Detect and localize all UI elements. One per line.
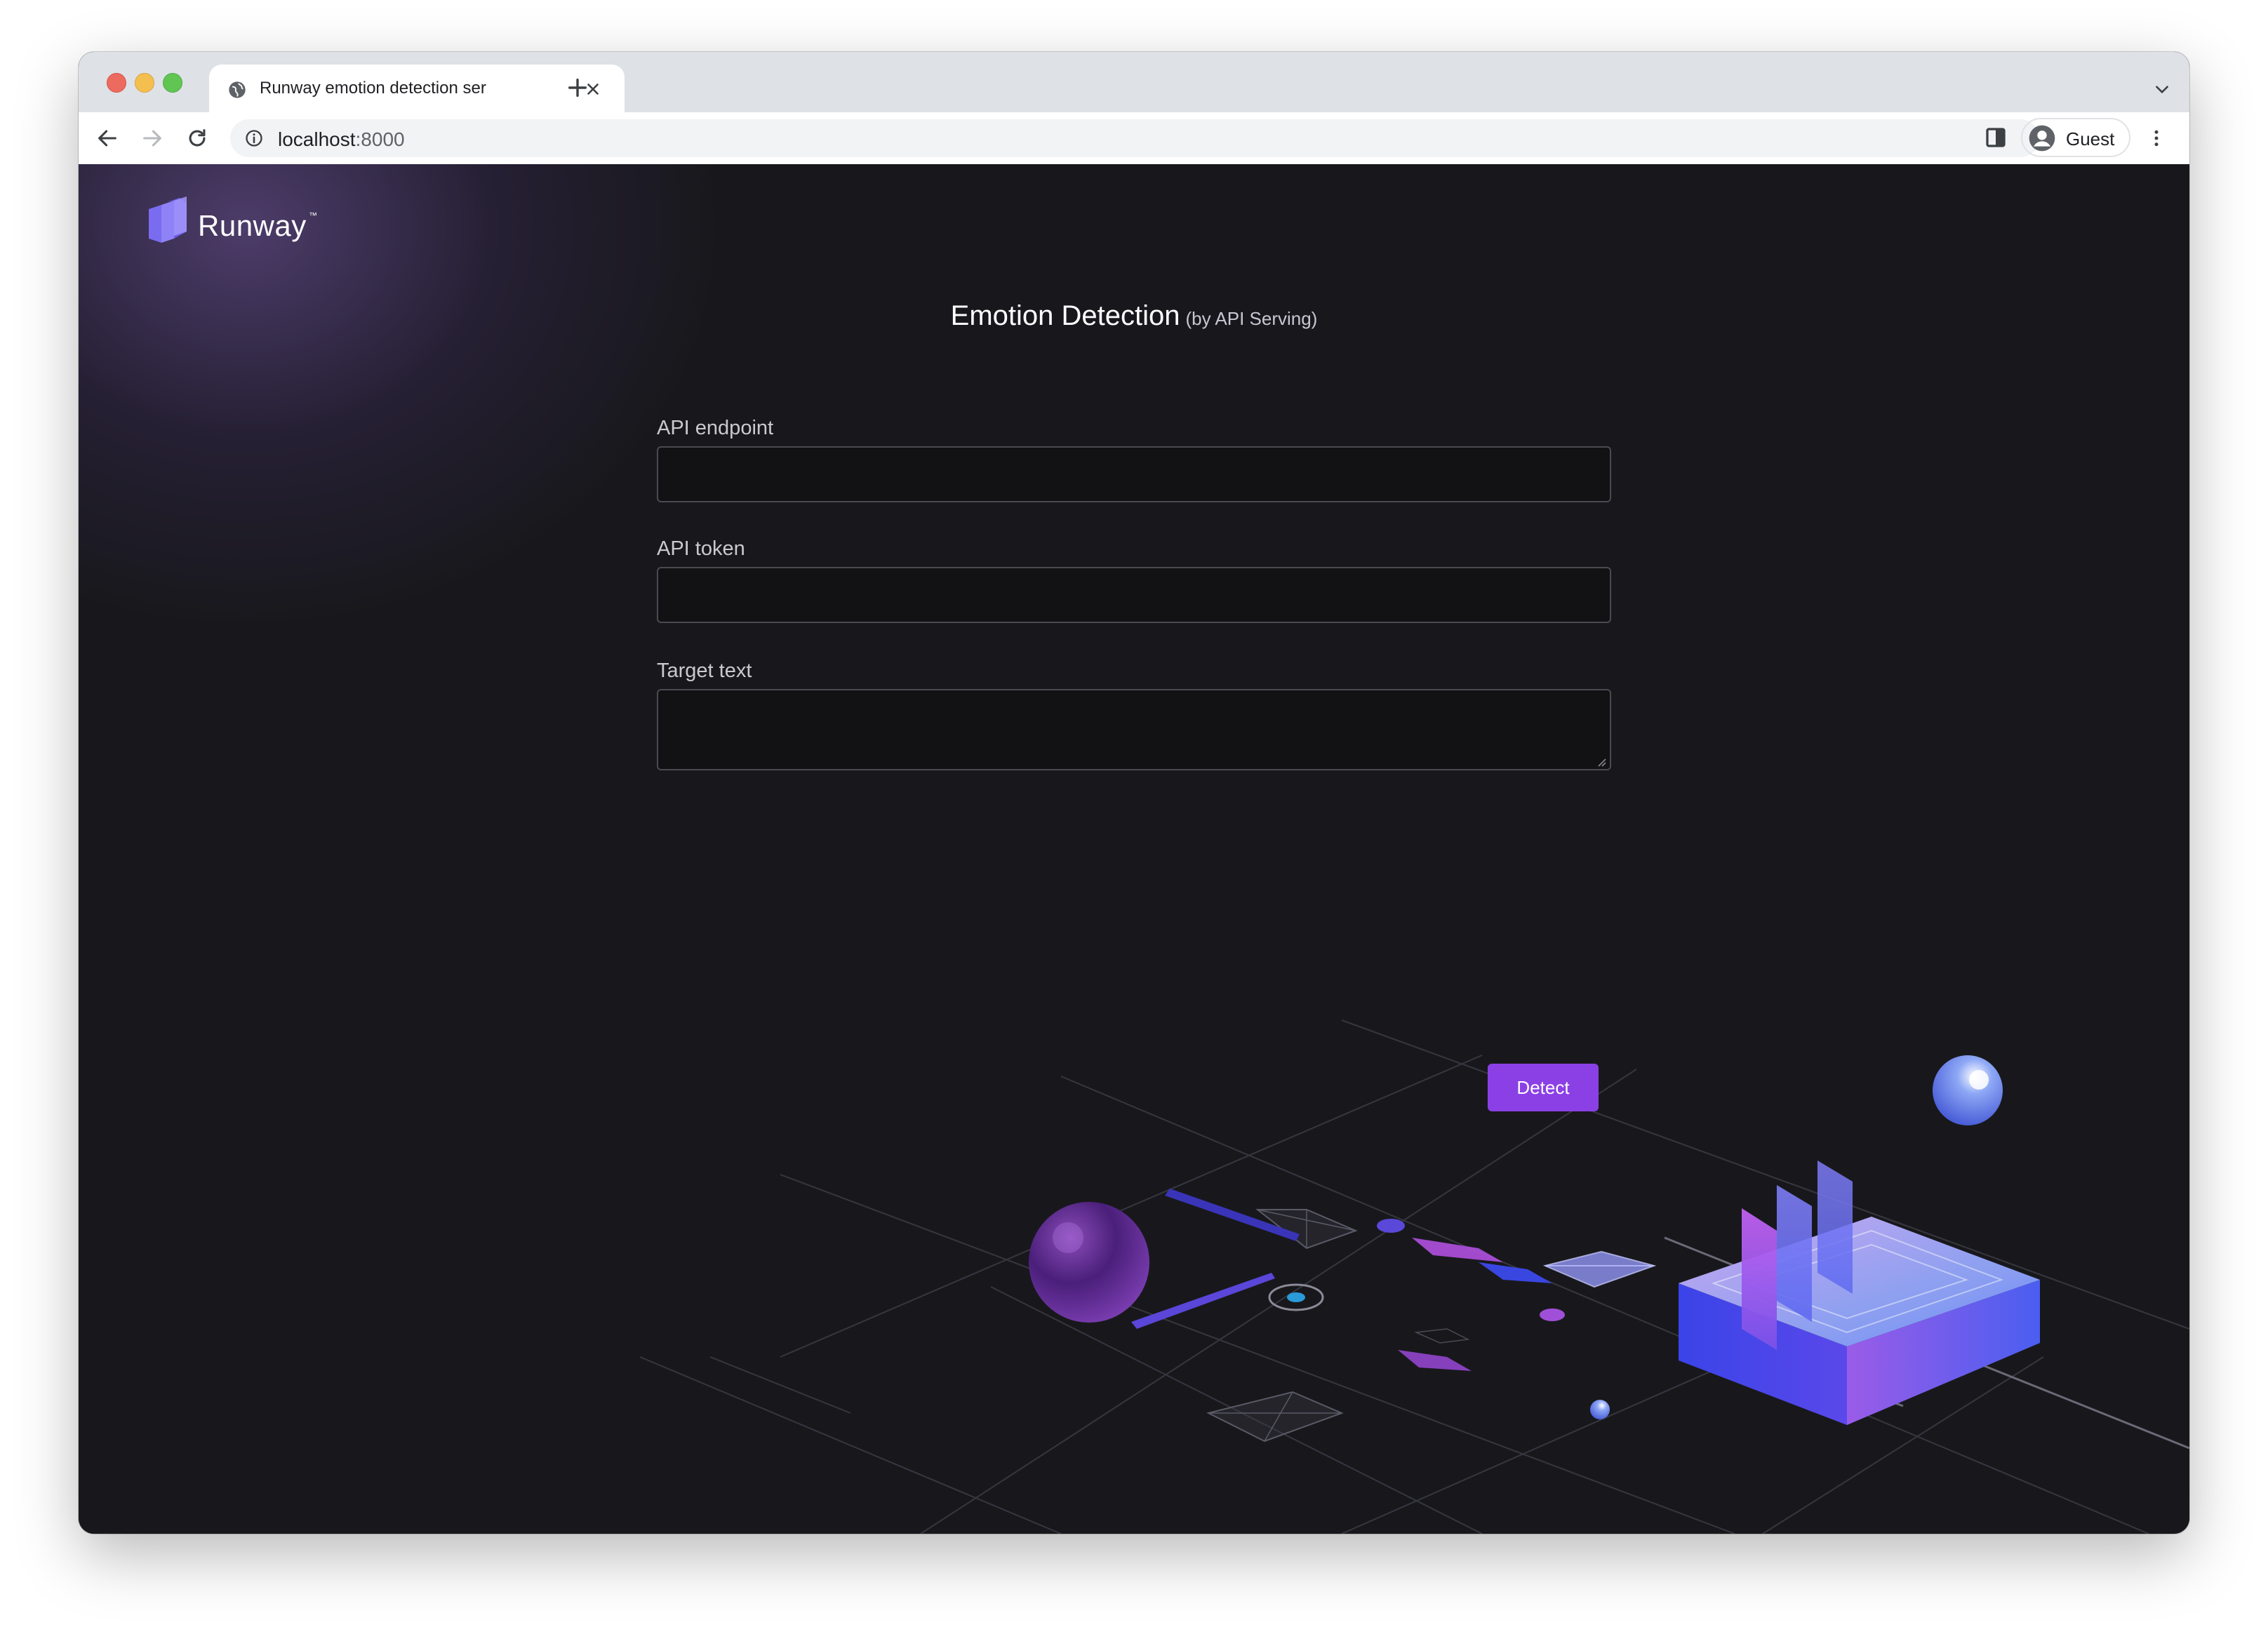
back-arrow-icon[interactable]	[95, 126, 119, 150]
minimize-window-button[interactable]	[135, 73, 154, 93]
tab-title: Runway emotion detection ser	[260, 79, 486, 98]
maximize-window-button[interactable]	[163, 73, 182, 93]
api-endpoint-label: API endpoint	[657, 417, 774, 439]
url-text: localhost:8000	[278, 128, 405, 151]
detect-button[interactable]: Detect	[1488, 1064, 1599, 1111]
resize-handle-icon[interactable]	[1596, 756, 1607, 768]
runway-logo-icon	[149, 196, 187, 243]
trademark-mark: ™	[309, 210, 317, 220]
profile-button[interactable]: Guest	[2021, 118, 2130, 157]
avatar-icon	[2029, 125, 2055, 152]
page-title: Emotion Detection (by API Serving)	[79, 300, 2189, 332]
api-endpoint-input[interactable]	[657, 446, 1611, 502]
url-host: localhost	[278, 128, 356, 150]
close-window-button[interactable]	[107, 73, 126, 93]
tab-search-chevron-icon[interactable]	[2153, 80, 2171, 98]
page-title-main: Emotion Detection	[950, 300, 1180, 331]
address-bar[interactable]: localhost:8000	[230, 119, 2039, 157]
new-tab-icon[interactable]	[566, 76, 589, 100]
tab-strip: Runway emotion detection ser	[79, 52, 2189, 112]
page-content: Runway ™ Emotion Detection (by API Servin…	[79, 164, 2189, 1534]
profile-name: Guest	[2066, 128, 2115, 149]
browser-window: Runway emotion detection ser localhost:8…	[79, 52, 2189, 1534]
side-panel-icon[interactable]	[1983, 125, 2008, 150]
page-subtitle: (by API Serving)	[1185, 308, 1318, 329]
target-text-input[interactable]	[657, 689, 1611, 770]
isometric-illustration	[639, 1019, 2189, 1534]
forward-arrow-icon[interactable]	[140, 126, 164, 150]
site-info-icon[interactable]	[244, 128, 264, 148]
more-menu-icon[interactable]	[2146, 126, 2167, 150]
runway-wordmark: Runway	[198, 209, 307, 242]
runway-logo[interactable]: Runway ™	[146, 195, 328, 251]
globe-icon	[229, 81, 246, 98]
api-token-input[interactable]	[657, 567, 1611, 623]
browser-toolbar: localhost:8000 Guest	[79, 112, 2189, 165]
browser-tab[interactable]: Runway emotion detection ser	[209, 65, 625, 112]
reload-icon[interactable]	[185, 126, 209, 150]
url-port: :8000	[355, 128, 405, 150]
api-token-label: API token	[657, 537, 745, 560]
target-text-label: Target text	[657, 660, 752, 682]
